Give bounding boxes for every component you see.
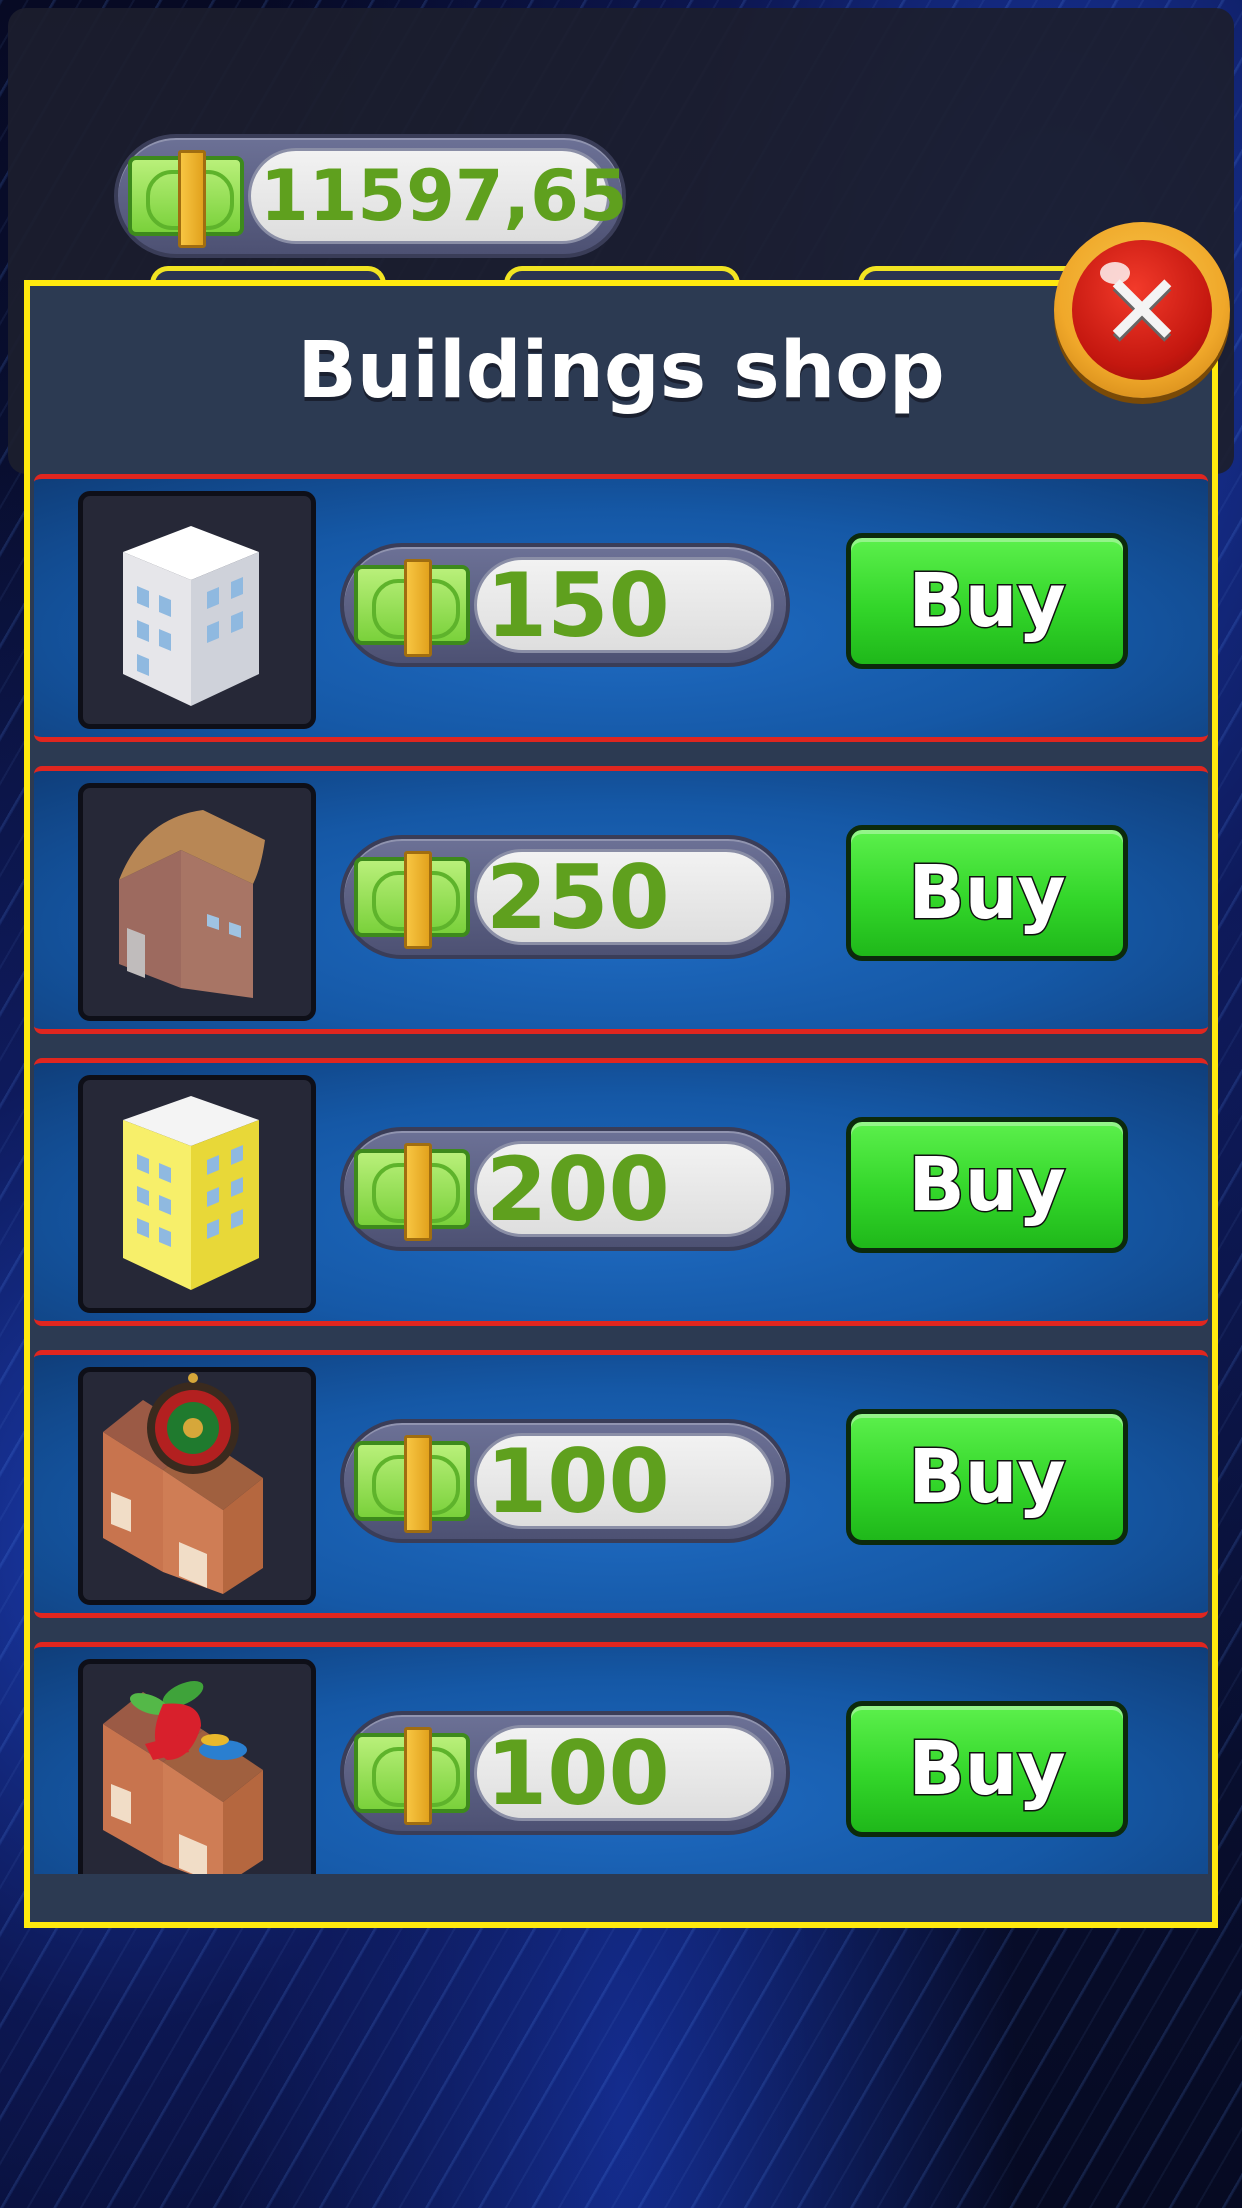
balance-value: 11597,65 <box>260 155 628 237</box>
buy-button[interactable]: Buy <box>846 1701 1128 1837</box>
shop-item-row: 200 Buy <box>34 1058 1208 1326</box>
shop-footer <box>30 1878 1212 1922</box>
price-tag: 100 <box>340 1419 790 1543</box>
buy-button[interactable]: Buy <box>846 1409 1128 1545</box>
cash-icon <box>128 150 244 248</box>
buy-button[interactable]: Buy <box>846 533 1128 669</box>
casino-roulette-house-icon <box>78 1367 316 1605</box>
price-tag: 200 <box>340 1127 790 1251</box>
buildings-shop-window: Buildings shop 150 Buy 250 Buy 200 Buy 1… <box>24 280 1218 1928</box>
price-tag: 150 <box>340 543 790 667</box>
price-tag: 100 <box>340 1711 790 1835</box>
shop-item-row: 150 Buy <box>34 474 1208 742</box>
price-value: 100 <box>486 1429 670 1533</box>
price-value: 150 <box>486 553 670 657</box>
price-value: 250 <box>486 845 670 949</box>
cash-icon <box>354 1435 470 1533</box>
cash-icon <box>354 559 470 657</box>
yellow-apartment-tower-icon <box>78 1075 316 1313</box>
shop-item-row: 100 Buy <box>34 1350 1208 1618</box>
cash-icon <box>354 1143 470 1241</box>
price-value: 100 <box>486 1721 670 1825</box>
white-office-tower-icon <box>78 491 316 729</box>
fruit-shop-house-icon <box>78 1659 316 1874</box>
cash-icon <box>354 1727 470 1825</box>
shop-item-row: 250 Buy <box>34 766 1208 1034</box>
brown-barn-house-icon <box>78 783 316 1021</box>
buy-button[interactable]: Buy <box>846 825 1128 961</box>
close-icon: ✕ <box>1100 251 1184 369</box>
price-tag: 250 <box>340 835 790 959</box>
balance-display: 11597,65 <box>114 134 628 258</box>
cash-icon <box>354 851 470 949</box>
shop-title: Buildings shop <box>297 326 945 416</box>
shop-item-row: 100 Buy <box>34 1642 1208 1874</box>
buy-button[interactable]: Buy <box>846 1117 1128 1253</box>
close-button[interactable]: ✕ <box>1054 222 1230 398</box>
price-value: 200 <box>486 1137 670 1241</box>
building-list[interactable]: 150 Buy 250 Buy 200 Buy 100 Buy 100 Buy <box>30 474 1212 1874</box>
